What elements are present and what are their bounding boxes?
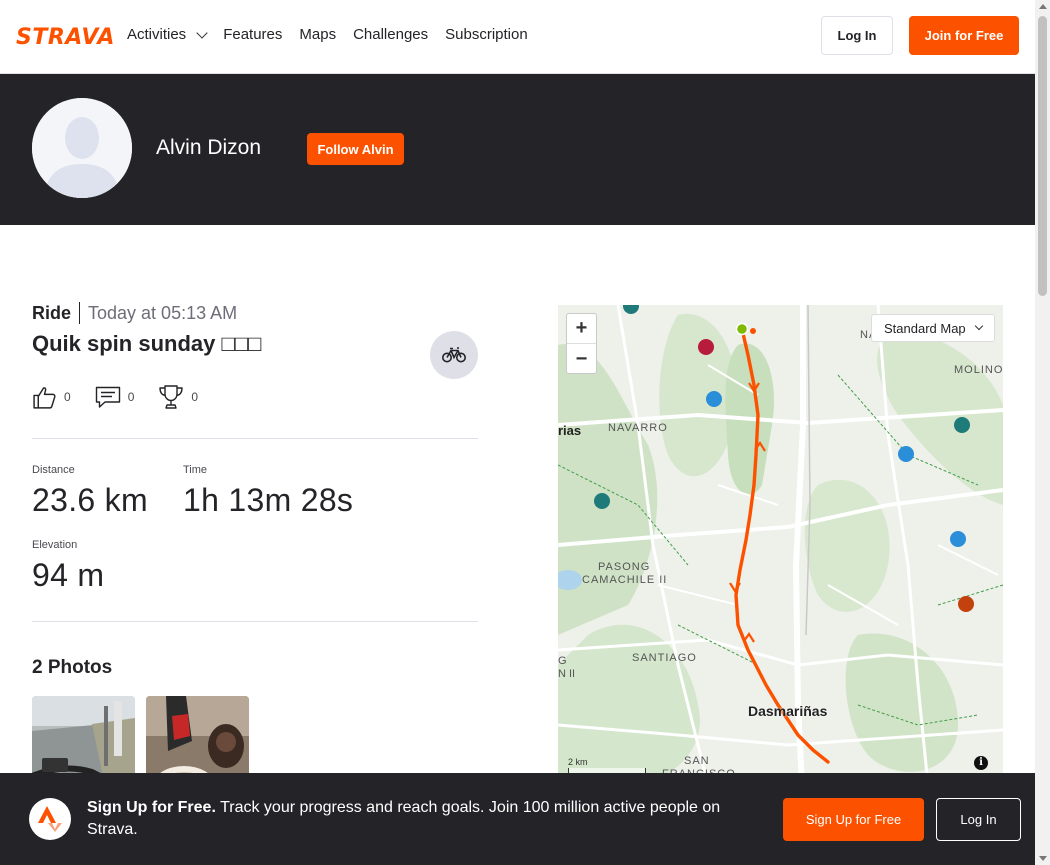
map-label: NAVARRO (608, 422, 668, 434)
map-label: SANTIAGO (632, 652, 697, 664)
map-label: MOLINO (954, 364, 1003, 376)
nav-maps[interactable]: Maps (299, 26, 336, 43)
activity-time: Today at 05:13 AM (88, 302, 238, 323)
divider (32, 438, 478, 439)
avatar-silhouette-icon (32, 98, 132, 198)
avatar[interactable] (32, 98, 132, 198)
map-scale: 2 km (568, 757, 646, 774)
kudos-count: 0 (64, 390, 71, 404)
activity-title: Quik spin sunday □□□ (32, 331, 262, 356)
nav-activities[interactable]: Activities (127, 26, 208, 43)
map-label: PASONG (598, 561, 651, 573)
map-label: rias (558, 423, 582, 438)
nav-challenges[interactable]: Challenges (353, 26, 428, 43)
banner-text: Sign Up for Free. Track your progress an… (87, 799, 721, 838)
nav-subscription[interactable]: Subscription (445, 26, 528, 43)
zoom-in-button[interactable]: + (567, 314, 596, 344)
map-label: CAMACHILE II (582, 574, 668, 586)
signup-banner: Sign Up for Free. Track your progress an… (0, 773, 1035, 865)
join-button[interactable]: Join for Free (909, 16, 1019, 55)
comments-button[interactable]: 0 (95, 385, 135, 409)
social-row: 0 0 0 (32, 384, 222, 410)
map-label: G (558, 655, 567, 667)
stat-time: Time 1h 13m 28s (183, 464, 354, 518)
map-style-dropdown[interactable]: Standard Map (871, 314, 995, 342)
chevron-down-icon (974, 321, 983, 331)
stat-elevation: Elevation 94 m (32, 539, 105, 593)
sport-type-badge (430, 331, 478, 379)
route-map[interactable]: NAP MOLINO NAVARRO rias PASONG CAMACHILE… (558, 305, 1003, 785)
activity-meta: Ride Today at 05:13 AM (32, 302, 237, 324)
trophy-icon (159, 385, 184, 409)
zoom-out-button[interactable]: − (567, 344, 596, 374)
kudos-button[interactable]: 0 (32, 385, 71, 410)
achievements-count: 0 (191, 390, 199, 404)
login-button[interactable]: Log In (821, 16, 893, 55)
scroll-down-arrow-icon[interactable] (1039, 856, 1047, 861)
signup-button[interactable]: Sign Up for Free (783, 798, 924, 841)
photos-title: 2 Photos (32, 657, 113, 678)
thumbs-up-icon (33, 386, 56, 409)
comment-icon (95, 386, 120, 408)
map-label: N II (558, 668, 576, 680)
page-scrollbar[interactable] (1035, 0, 1050, 865)
map-label: SAN (684, 755, 710, 767)
map-info-icon[interactable]: i (974, 756, 988, 770)
athlete-name[interactable]: Alvin Dizon (156, 136, 261, 160)
strava-logo[interactable]: STRAVA (16, 25, 115, 50)
follow-button[interactable]: Follow Alvin (307, 133, 404, 165)
strava-logo-icon (29, 798, 71, 840)
scroll-up-arrow-icon[interactable] (1039, 4, 1047, 9)
scroll-thumb[interactable] (1038, 16, 1047, 296)
zoom-control: + − (566, 313, 597, 374)
chevron-down-icon (196, 26, 208, 39)
banner-login-button[interactable]: Log In (936, 798, 1021, 841)
stat-distance: Distance 23.6 km (32, 464, 148, 518)
bike-icon (442, 347, 466, 363)
achievements-button[interactable]: 0 (158, 384, 198, 410)
map-label: Dasmariñas (748, 703, 828, 719)
activity-type: Ride (32, 302, 81, 324)
top-nav: STRAVA Activities Features Maps Challeng… (0, 0, 1035, 74)
comments-count: 0 (127, 390, 135, 404)
nav-links: Activities Features Maps Challenges Subs… (127, 26, 545, 43)
divider (32, 621, 478, 622)
nav-features[interactable]: Features (223, 26, 282, 43)
athlete-header: Alvin Dizon Follow Alvin (0, 74, 1035, 225)
